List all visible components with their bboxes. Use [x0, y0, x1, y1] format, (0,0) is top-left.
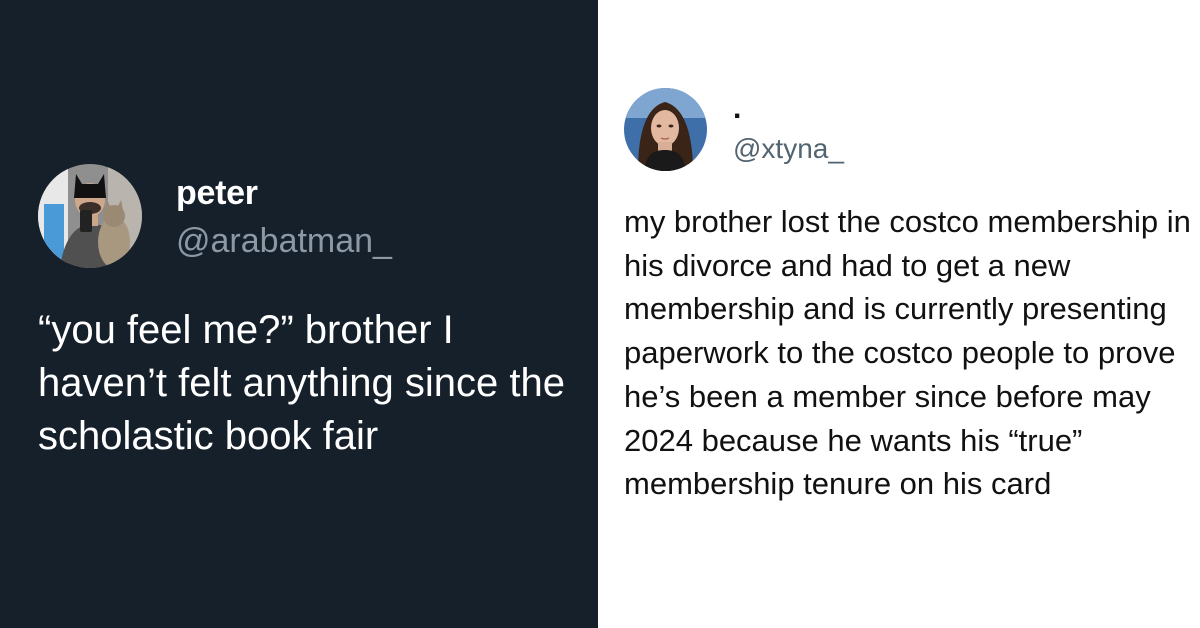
right-handle[interactable]: @xtyna_ — [733, 133, 844, 165]
left-display-name[interactable]: peter — [176, 174, 258, 213]
left-avatar[interactable] — [38, 164, 142, 268]
left-tweet-text: “you feel me?” brother I haven’t felt an… — [38, 308, 566, 458]
right-display-name[interactable]: . — [733, 92, 741, 126]
right-tweet-text: my brother lost the costco membership in… — [624, 204, 1191, 502]
right-tweet-card: . @xtyna_ my brother lost the costco mem… — [598, 0, 1200, 628]
profile-photo-icon — [624, 88, 707, 171]
left-handle[interactable]: @arabatman_ — [176, 222, 392, 261]
left-tweet-card: peter @arabatman_ “you feel me?” brother… — [0, 0, 598, 628]
right-avatar[interactable] — [624, 88, 707, 171]
profile-photo-icon — [38, 164, 142, 268]
